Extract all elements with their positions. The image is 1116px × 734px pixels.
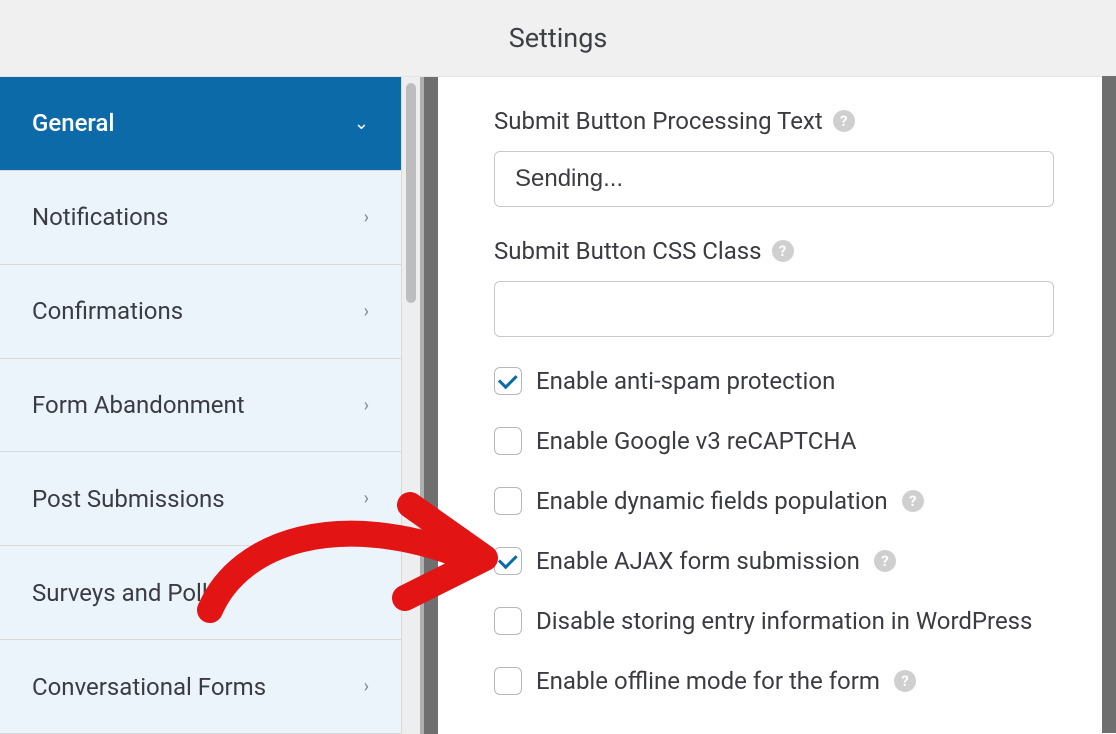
sidebar-item-form-abandonment[interactable]: Form Abandonment ›	[0, 359, 401, 453]
checkbox-dynamic-fields: Enable dynamic fields population ?	[494, 487, 1072, 515]
scrollbar-thumb[interactable]	[406, 83, 416, 303]
checkbox-label: Enable AJAX form submission	[536, 547, 860, 575]
checkbox-label: Enable offline mode for the form	[536, 667, 880, 695]
checkbox-label: Enable Google v3 reCAPTCHA	[536, 427, 856, 455]
sidebar-item-label: Confirmations	[32, 297, 183, 325]
checkbox-input[interactable]	[494, 367, 522, 395]
settings-sidebar: General ⌄ Notifications › Confirmations …	[0, 77, 402, 734]
sidebar-item-label: Conversational Forms	[32, 673, 266, 701]
field-submit-css-class: Submit Button CSS Class ?	[494, 237, 1072, 337]
chevron-down-icon: ⌄	[354, 113, 369, 134]
submit-processing-input[interactable]	[494, 151, 1054, 207]
sidebar-item-notifications[interactable]: Notifications ›	[0, 171, 401, 265]
help-icon[interactable]: ?	[894, 670, 916, 692]
help-icon[interactable]: ?	[874, 550, 896, 572]
panel-divider	[424, 77, 438, 734]
sidebar-item-conversational-forms[interactable]: Conversational Forms ›	[0, 640, 401, 734]
checkbox-anti-spam: Enable anti-spam protection	[494, 367, 1072, 395]
field-label-text: Submit Button CSS Class	[494, 237, 762, 265]
sidebar-scrollbar[interactable]	[402, 77, 424, 734]
sidebar-item-label: Notifications	[32, 203, 168, 231]
chevron-right-icon: ›	[364, 395, 369, 416]
chevron-right-icon: ›	[364, 676, 369, 697]
field-submit-processing-text: Submit Button Processing Text ?	[494, 107, 1072, 207]
help-icon[interactable]: ?	[902, 490, 924, 512]
sidebar-item-general[interactable]: General ⌄	[0, 77, 401, 171]
sidebar-item-label: Surveys and Polls	[32, 579, 220, 607]
sidebar-item-label: Form Abandonment	[32, 391, 245, 419]
chevron-right-icon: ›	[364, 301, 369, 322]
help-icon[interactable]: ?	[772, 240, 794, 262]
sidebar-item-label: Post Submissions	[32, 485, 225, 513]
checkbox-ajax-submit: Enable AJAX form submission ?	[494, 547, 1072, 575]
checkbox-input[interactable]	[494, 667, 522, 695]
chevron-right-icon: ›	[364, 488, 369, 509]
checkbox-input[interactable]	[494, 547, 522, 575]
chevron-right-icon: ›	[364, 207, 369, 228]
sidebar-item-surveys-polls[interactable]: Surveys and Polls	[0, 546, 401, 640]
checkbox-label: Enable anti-spam protection	[536, 367, 835, 395]
help-icon[interactable]: ?	[833, 110, 855, 132]
submit-css-class-input[interactable]	[494, 281, 1054, 337]
checkbox-recaptcha: Enable Google v3 reCAPTCHA	[494, 427, 1072, 455]
checkbox-label: Enable dynamic fields population	[536, 487, 888, 515]
right-edge-bar	[1102, 76, 1116, 733]
checkbox-input[interactable]	[494, 427, 522, 455]
field-label-text: Submit Button Processing Text	[494, 107, 823, 135]
sidebar-item-confirmations[interactable]: Confirmations ›	[0, 265, 401, 359]
sidebar-item-post-submissions[interactable]: Post Submissions ›	[0, 452, 401, 546]
checkbox-disable-storing: Disable storing entry information in Wor…	[494, 607, 1072, 635]
layout: General ⌄ Notifications › Confirmations …	[0, 77, 1116, 734]
settings-panel: Submit Button Processing Text ? Submit B…	[438, 77, 1116, 734]
page-title: Settings	[0, 0, 1116, 77]
sidebar-item-label: General	[32, 109, 115, 137]
checkbox-offline-mode: Enable offline mode for the form ?	[494, 667, 1072, 695]
checkbox-label: Disable storing entry information in Wor…	[536, 607, 1032, 635]
checkbox-input[interactable]	[494, 607, 522, 635]
checkbox-input[interactable]	[494, 487, 522, 515]
